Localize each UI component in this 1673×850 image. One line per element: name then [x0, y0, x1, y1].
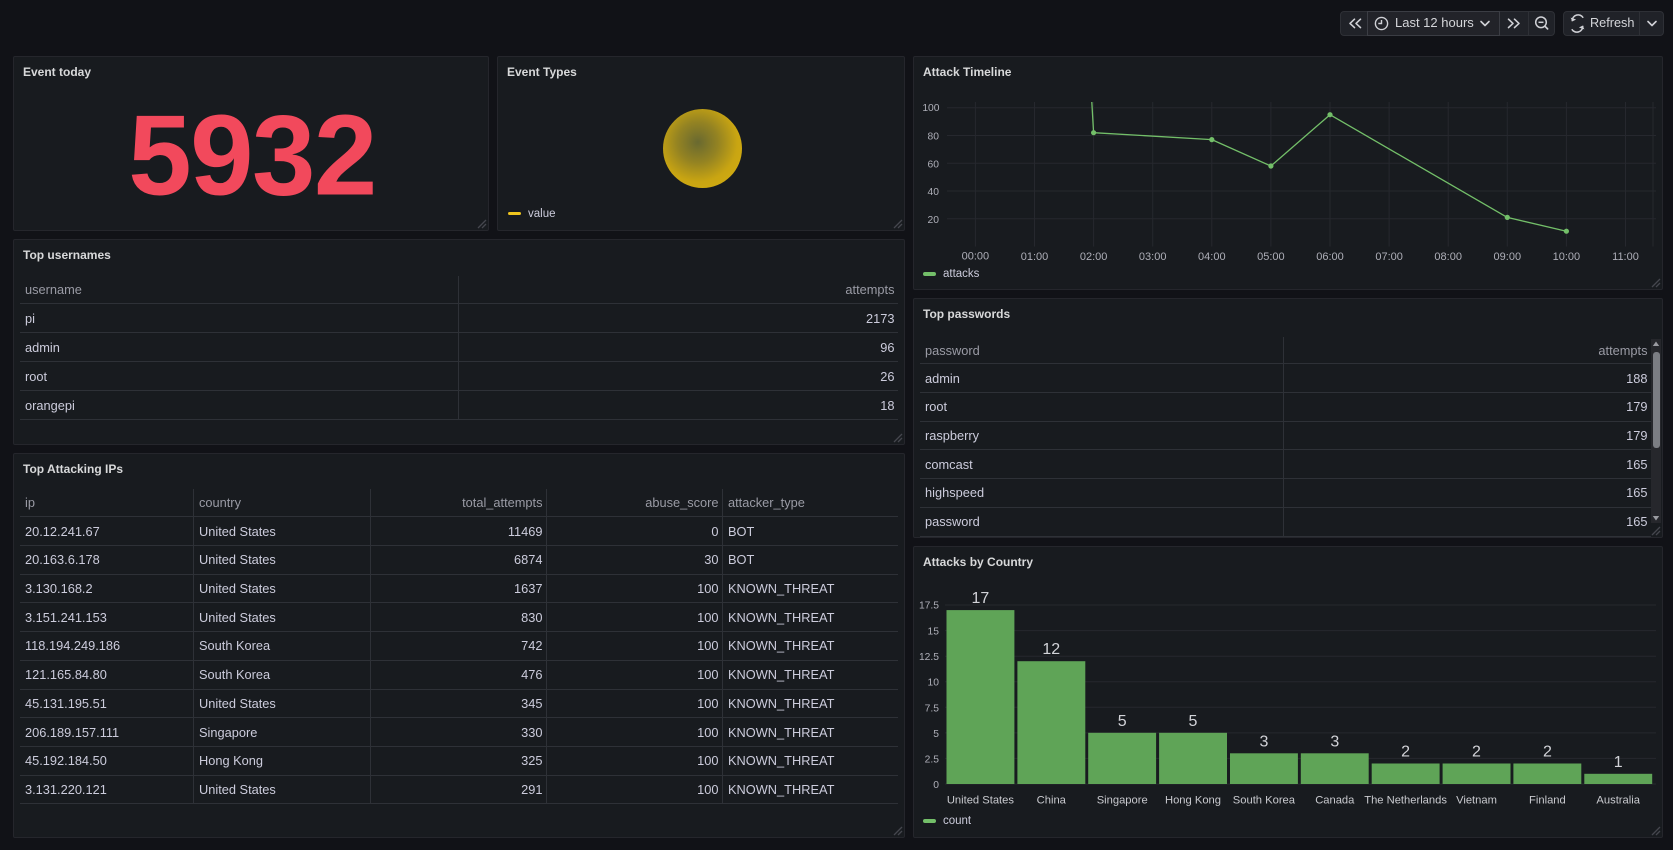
- svg-text:17: 17: [972, 590, 990, 607]
- svg-text:07:00: 07:00: [1375, 251, 1403, 263]
- svg-text:05:00: 05:00: [1257, 251, 1285, 263]
- svg-text:02:00: 02:00: [1080, 251, 1108, 263]
- svg-text:Singapore: Singapore: [1097, 795, 1148, 807]
- svg-text:5: 5: [1189, 713, 1198, 730]
- svg-text:40: 40: [928, 187, 940, 198]
- svg-text:00:00: 00:00: [962, 251, 990, 263]
- svg-text:United States: United States: [947, 795, 1015, 807]
- svg-text:60: 60: [928, 159, 940, 170]
- svg-text:3: 3: [1259, 733, 1268, 750]
- svg-text:80: 80: [928, 132, 940, 143]
- svg-text:100: 100: [922, 103, 939, 114]
- svg-text:10: 10: [928, 678, 940, 689]
- svg-text:Canada: Canada: [1315, 795, 1355, 807]
- svg-text:Finland: Finland: [1529, 795, 1566, 807]
- svg-text:Australia: Australia: [1596, 795, 1640, 807]
- svg-text:04:00: 04:00: [1198, 251, 1226, 263]
- svg-text:Hong Kong: Hong Kong: [1165, 795, 1221, 807]
- svg-text:China: China: [1037, 795, 1067, 807]
- svg-text:11:00: 11:00: [1612, 251, 1639, 263]
- svg-text:09:00: 09:00: [1494, 251, 1522, 263]
- svg-text:10:00: 10:00: [1553, 251, 1581, 263]
- svg-text:01:00: 01:00: [1021, 251, 1049, 263]
- svg-text:15: 15: [928, 627, 940, 638]
- svg-text:3: 3: [1330, 733, 1339, 750]
- svg-text:Vietnam: Vietnam: [1456, 795, 1497, 807]
- svg-text:20: 20: [928, 215, 940, 226]
- svg-text:2: 2: [1401, 744, 1410, 761]
- svg-text:08:00: 08:00: [1434, 251, 1462, 263]
- svg-text:2: 2: [1472, 744, 1481, 761]
- svg-text:1: 1: [1614, 754, 1623, 771]
- svg-text:17.5: 17.5: [919, 601, 939, 612]
- svg-text:2: 2: [1543, 744, 1552, 761]
- svg-text:03:00: 03:00: [1139, 251, 1167, 263]
- svg-text:7.5: 7.5: [925, 703, 940, 714]
- svg-text:South Korea: South Korea: [1233, 795, 1296, 807]
- svg-text:0: 0: [933, 780, 939, 791]
- svg-text:06:00: 06:00: [1316, 251, 1344, 263]
- svg-text:12: 12: [1042, 641, 1060, 658]
- svg-text:5: 5: [933, 729, 939, 740]
- svg-text:12.5: 12.5: [919, 652, 939, 663]
- svg-text:5: 5: [1118, 713, 1127, 730]
- svg-text:2.5: 2.5: [925, 754, 940, 765]
- svg-text:The Netherlands: The Netherlands: [1364, 795, 1447, 807]
